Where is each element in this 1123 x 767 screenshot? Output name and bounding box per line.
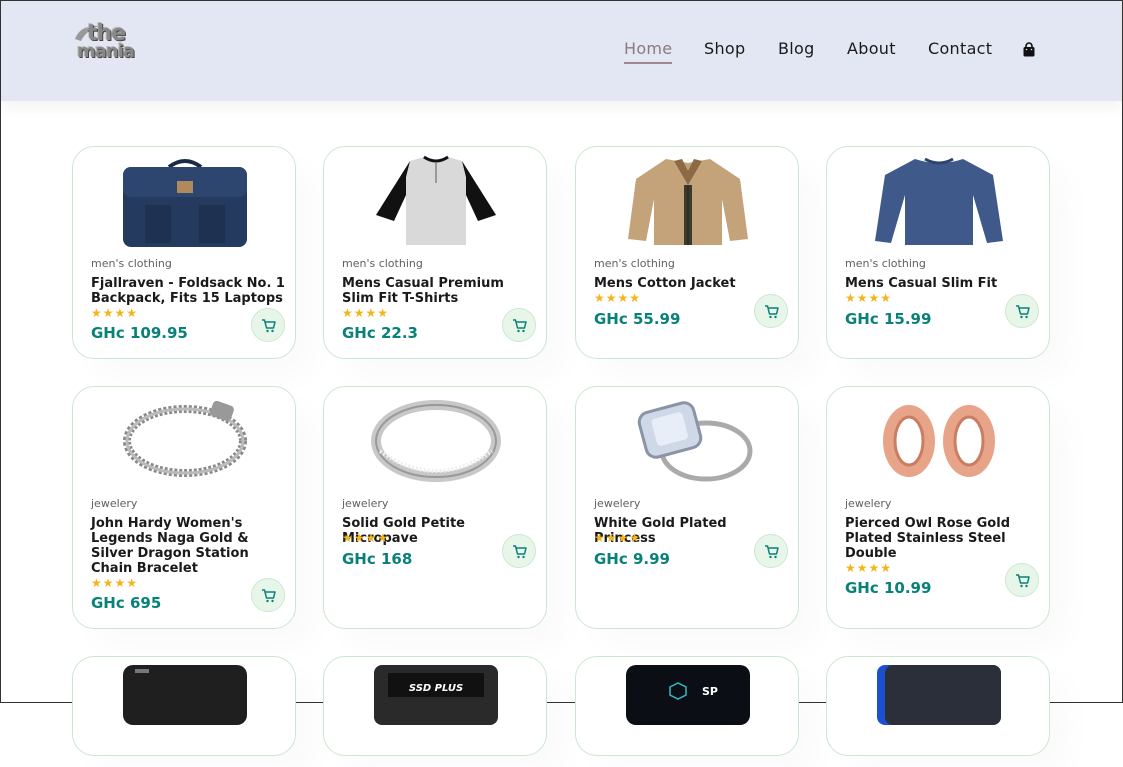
add-to-cart-button[interactable] [251, 308, 285, 342]
product-card[interactable]: men's clothing Mens Casual Premium Slim … [323, 146, 547, 359]
product-title[interactable]: John Hardy Women's Legends Naga Gold & S… [91, 516, 287, 576]
cart-icon [262, 589, 276, 603]
longsleeve-shirt-icon [875, 157, 1003, 245]
cart-icon [765, 545, 779, 559]
sp-brand-label: SP [702, 685, 718, 698]
product-card[interactable]: jewelery John Hardy Women's Legends Naga… [72, 386, 296, 629]
nav-contact[interactable]: Contact [928, 39, 992, 58]
ring-icon [371, 400, 501, 482]
product-price: GHc 55.99 [594, 310, 681, 328]
product-image[interactable] [73, 387, 297, 497]
product-image[interactable] [324, 387, 548, 497]
hard-drive-icon [123, 665, 247, 725]
rating-stars-icon: ★★★★ [91, 306, 139, 320]
cart-icon [1016, 305, 1030, 319]
site-header: the mania Home Shop Blog About Contact [1, 1, 1122, 101]
ear-plugs-icon [883, 405, 995, 477]
add-to-cart-button[interactable] [502, 534, 536, 568]
product-title[interactable]: Mens Casual Slim Fit [845, 276, 1041, 291]
product-card[interactable] [72, 656, 296, 756]
product-card[interactable]: jewelery White Gold Plated Princess ★★★★… [575, 386, 799, 629]
add-to-cart-button[interactable] [1005, 294, 1039, 328]
product-title[interactable]: Mens Cotton Jacket [594, 276, 790, 291]
diamond-ring-icon [637, 401, 753, 482]
ssd-icon: SSD PLUS [374, 665, 498, 725]
product-title[interactable]: Pierced Owl Rose Gold Plated Stainless S… [845, 516, 1041, 561]
logo-text-line2: mania [77, 41, 135, 62]
site-logo[interactable]: the mania [73, 19, 157, 65]
product-card[interactable]: jewelery Solid Gold Petite Micropave ★★★… [323, 386, 547, 629]
product-price: GHc 168 [342, 550, 413, 568]
tshirt-icon [376, 155, 496, 245]
product-category: men's clothing [91, 257, 172, 270]
product-category: men's clothing [594, 257, 675, 270]
product-image[interactable] [827, 147, 1051, 257]
product-image[interactable]: SP [576, 657, 800, 767]
cart-icon [1016, 574, 1030, 588]
shopping-bag-icon[interactable] [1021, 42, 1037, 58]
product-image[interactable] [576, 147, 800, 257]
product-card[interactable]: men's clothing Mens Cotton Jacket ★★★★ G… [575, 146, 799, 359]
jacket-icon [628, 159, 748, 245]
rating-stars-icon: ★★★★ [594, 531, 642, 545]
nav-shop[interactable]: Shop [704, 39, 745, 58]
product-card[interactable]: jewelery Pierced Owl Rose Gold Plated St… [826, 386, 1050, 629]
product-price: GHc 10.99 [845, 579, 932, 597]
product-card[interactable] [826, 656, 1050, 756]
product-card[interactable]: SP [575, 656, 799, 756]
product-title[interactable]: Mens Casual Premium Slim Fit T-Shirts [342, 276, 538, 306]
product-category: men's clothing [342, 257, 423, 270]
rating-stars-icon: ★★★★ [342, 306, 390, 320]
product-price: GHc 695 [91, 594, 162, 612]
product-title[interactable]: Fjallraven - Foldsack No. 1 Backpack, Fi… [91, 276, 287, 306]
product-image[interactable] [324, 147, 548, 257]
nav-about[interactable]: About [847, 39, 896, 58]
backpack-icon [123, 159, 247, 247]
product-image[interactable] [827, 657, 1051, 767]
blue-drive-icon [877, 665, 1001, 725]
rating-stars-icon: ★★★★ [845, 561, 893, 575]
bracelet-icon [123, 400, 247, 477]
product-image[interactable] [576, 387, 800, 497]
sp-drive-icon: SP [626, 665, 750, 725]
product-category: jewelery [845, 497, 892, 510]
product-card[interactable]: men's clothing Fjallraven - Foldsack No.… [72, 146, 296, 359]
product-price: GHc 15.99 [845, 310, 932, 328]
add-to-cart-button[interactable] [754, 294, 788, 328]
product-category: jewelery [342, 497, 389, 510]
product-image[interactable] [73, 657, 297, 767]
product-image[interactable] [827, 387, 1051, 497]
cart-icon [513, 545, 527, 559]
nav-blog[interactable]: Blog [778, 39, 815, 58]
add-to-cart-button[interactable] [502, 308, 536, 342]
product-category: jewelery [594, 497, 641, 510]
add-to-cart-button[interactable] [754, 534, 788, 568]
product-card[interactable]: men's clothing Mens Casual Slim Fit ★★★★… [826, 146, 1050, 359]
product-category: men's clothing [845, 257, 926, 270]
cart-icon [765, 305, 779, 319]
rating-stars-icon: ★★★★ [91, 576, 139, 590]
product-price: GHc 109.95 [91, 324, 188, 342]
rating-stars-icon: ★★★★ [342, 531, 390, 545]
add-to-cart-button[interactable] [1005, 563, 1039, 597]
add-to-cart-button[interactable] [251, 578, 285, 612]
product-card[interactable]: SSD PLUS [323, 656, 547, 756]
product-price: GHc 9.99 [594, 550, 670, 568]
cart-icon [513, 319, 527, 333]
product-image[interactable]: SSD PLUS [324, 657, 548, 767]
product-category: jewelery [91, 497, 138, 510]
cart-icon [262, 319, 276, 333]
ssd-label: SSD PLUS [409, 683, 463, 694]
rating-stars-icon: ★★★★ [594, 291, 642, 305]
nav-home[interactable]: Home [624, 39, 673, 64]
product-price: GHc 22.3 [342, 324, 418, 342]
rating-stars-icon: ★★★★ [845, 291, 893, 305]
product-image[interactable] [73, 147, 297, 257]
